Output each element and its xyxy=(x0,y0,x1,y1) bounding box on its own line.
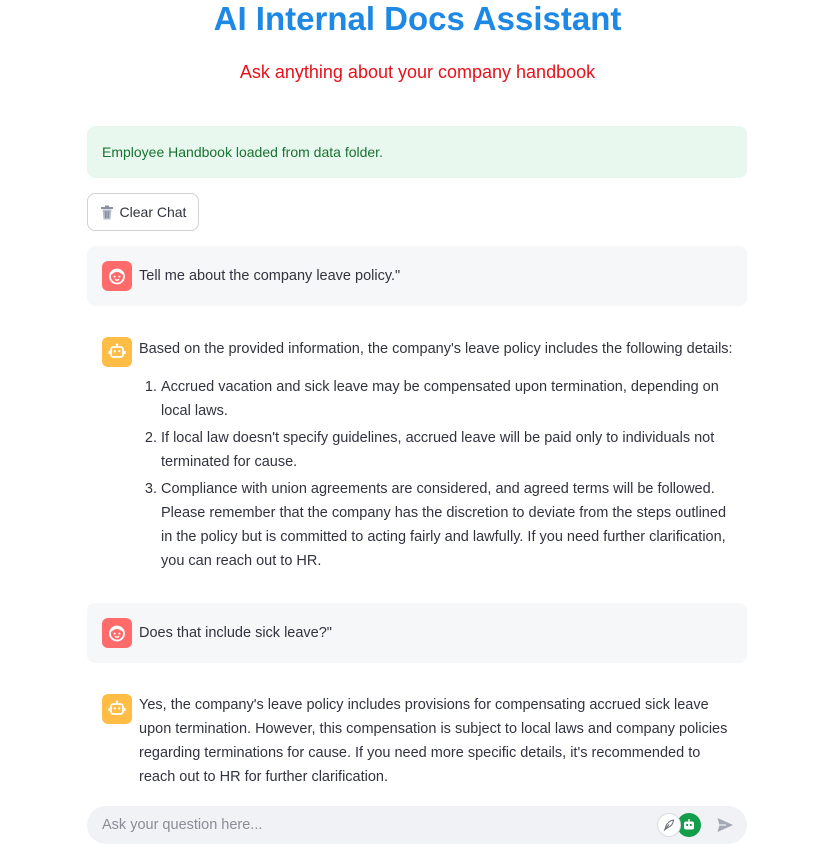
message-text: Yes, the company's leave policy includes… xyxy=(139,697,728,785)
user-face-icon xyxy=(109,268,125,285)
list-item: Accrued vacation and sick leave may be c… xyxy=(161,375,739,423)
send-icon[interactable] xyxy=(716,816,734,834)
chat-message-assistant: Yes, the company's leave policy includes… xyxy=(87,679,747,794)
answer-list: Accrued vacation and sick leave may be c… xyxy=(139,375,739,573)
feather-icon[interactable] xyxy=(657,813,681,837)
input-tools xyxy=(657,813,701,837)
message-text: Tell me about the company leave policy." xyxy=(139,268,401,284)
assistant-avatar xyxy=(102,694,132,724)
user-avatar xyxy=(102,261,132,291)
user-face-icon xyxy=(109,625,125,642)
page-title: AI Internal Docs Assistant xyxy=(213,0,622,37)
success-alert-text: Employee Handbook loaded from data folde… xyxy=(102,144,383,160)
chat-input-bar xyxy=(87,806,747,844)
list-item: If local law doesn't specify guidelines,… xyxy=(161,426,739,474)
robot-icon xyxy=(108,700,126,715)
user-avatar xyxy=(102,618,132,648)
assistant-avatar xyxy=(102,337,132,367)
robot-icon xyxy=(108,343,126,358)
page-subtitle: Ask anything about your company handbook xyxy=(239,62,596,82)
trash-icon xyxy=(100,205,113,219)
chat-input[interactable] xyxy=(87,806,747,844)
chat-message-assistant: Based on the provided information, the c… xyxy=(87,322,747,587)
message-text: Does that include sick leave?" xyxy=(139,625,332,641)
message-intro: Based on the provided information, the c… xyxy=(139,341,733,357)
message-text: Based on the provided information, the c… xyxy=(139,337,739,576)
clear-chat-button[interactable]: Clear Chat xyxy=(87,193,199,231)
chat-message-user: Tell me about the company leave policy." xyxy=(87,246,747,306)
clear-chat-label: Clear Chat xyxy=(119,204,187,220)
success-alert: Employee Handbook loaded from data folde… xyxy=(87,126,747,178)
list-item: Compliance with union agreements are con… xyxy=(161,477,739,573)
chat-message-user: Does that include sick leave?" xyxy=(87,603,747,663)
